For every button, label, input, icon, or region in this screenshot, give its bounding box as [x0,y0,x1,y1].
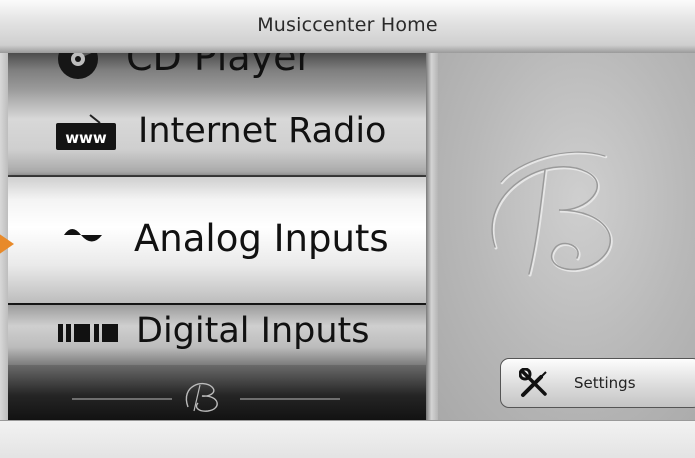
source-menu: CD Player www Internet Radio Analog Inpu… [8,53,426,420]
menu-item-label: Digital Inputs [136,311,370,351]
menu-item-cd-player[interactable]: CD Player [8,53,426,89]
www-radio-icon: www [56,114,116,150]
window-title: Musiccenter Home [257,14,438,36]
title-bar: Musiccenter Home [0,0,695,54]
menu-item-internet-radio[interactable]: www Internet Radio [8,89,426,177]
analog-wave-icon [50,229,116,242]
menu-item-digital-inputs[interactable]: Digital Inputs [8,305,426,365]
tools-icon [519,368,547,397]
settings-button[interactable]: Settings [500,358,695,408]
logo-monogram [72,382,340,412]
selection-indicator [0,233,14,255]
menu-item-analog-inputs[interactable]: Analog Inputs [8,177,426,303]
settings-label: Settings [574,374,636,392]
app-window: Musiccenter Home CD Player www Internet … [0,0,695,458]
menu-item-label: Analog Inputs [134,217,389,260]
panel-divider [426,53,438,420]
menu-footer [8,365,426,420]
www-badge: www [65,129,107,147]
digital-bars-icon [58,324,118,342]
menu-item-label: Internet Radio [138,111,387,151]
cd-icon [58,53,98,79]
menu-item-label: CD Player [126,53,313,79]
bottom-bar [0,420,695,458]
